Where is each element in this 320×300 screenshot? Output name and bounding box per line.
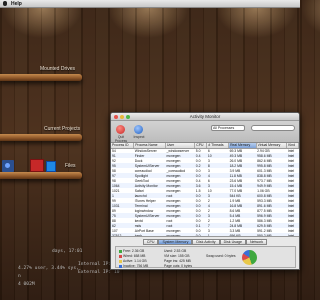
shelf-label-mounted-drives: Mounted Drives [40,66,76,72]
mem-vm-row: VM size: 155 GB [164,254,189,258]
document-red-icon[interactable] [30,159,44,172]
process-table-body: 54 WindowServer _windowserver 5.0 6 69.3 MB 2.… [111,148,299,236]
system-memory-panel: Free: 2.36 GB Wired: 658 MB Active: 1.14… [115,246,296,268]
used-value: 2.53 GB [173,249,187,253]
menu-bar: Help [0,0,300,8]
tab-cpu[interactable]: CPU [142,239,159,245]
vm-value: 155 GB [177,254,190,258]
swap-value: 0 bytes [224,254,236,258]
document-blue-icon[interactable] [46,161,56,172]
table-cell: bash [133,233,166,236]
tab-system-memory[interactable]: System Memory [158,239,193,245]
mem-swap-row: Swap used: 0 bytes [206,254,236,258]
drive-icon[interactable] [5,163,10,168]
process-table: Process ID Process Name User CPU # Threa… [111,143,299,236]
mem-used-row: Used: 2.53 GB [164,249,186,253]
active-value: 1.14 GB [134,259,147,263]
swap-label: Swap used: [206,254,224,258]
table-cell: mcnegen [165,233,195,236]
toolbar: Quit Process Inspect All Processes [111,121,299,143]
menu-item-help[interactable]: Help [11,1,22,7]
inspect-label: Inspect [133,135,145,139]
search-input[interactable] [251,125,295,131]
table-cell: 37512 [111,233,134,236]
uptime-text: days, 17:01 [52,249,83,254]
shelf-current-projects [0,134,82,141]
pagein-value: 425 MB [179,259,191,263]
table-cell: 656 KB [228,233,257,236]
active-swatch-icon [119,259,122,263]
process-filter-select[interactable]: All Processes [211,125,245,131]
window-titlebar[interactable]: Activity Monitor [111,113,299,121]
table-row[interactable]: 37512 bash mcnegen 0.0 1 656 KB 590.2 MB Intel [111,233,299,236]
process-table-container[interactable]: Process ID Process Name User CPU # Threa… [111,143,299,237]
mem-pageout-row: Page outs: 0 bytes [164,264,192,268]
table-cell: 0.0 [194,233,207,236]
table-cell: 590.2 MB [256,233,287,236]
shelf-label-current-projects: Current Projects [44,126,81,132]
window-title: Activity Monitor [189,114,221,119]
shelf-label-files: Files [65,163,76,169]
inactive-swatch-icon [119,264,122,268]
memory-pie-chart [242,250,257,265]
monitor-tabs: CPU System Memory Disk Activity Disk Usa… [111,239,299,246]
table-cell: Intel [286,233,299,236]
wired-label: Wired: [123,254,133,258]
mem-active-row: Active: 1.14 GB [119,259,147,263]
mem-pagein-row: Page ins: 425 MB [164,259,191,263]
inactive-value: 756 MB [136,264,149,268]
cpu-usage-text: 4.27% user, 3.44% sys, [18,266,79,271]
memory-text: 4 002M [18,282,35,287]
tab-network[interactable]: Network [245,239,268,245]
table-cell: 1 [206,233,229,236]
external-ip-text: External IP: 10 [78,270,120,275]
apple-menu-icon[interactable] [3,1,7,6]
free-value: 2.36 GB [131,249,145,253]
inspect-icon[interactable] [134,125,143,134]
used-label: Used: [164,249,173,253]
shelf-files [0,172,82,179]
quit-process-label: Quit Process [114,135,128,143]
inactive-label: Inactive: [123,264,136,268]
mem-inactive-row: Inactive: 756 MB [119,264,148,268]
shelf-mounted-drives [0,74,82,81]
activity-monitor-window: Activity Monitor Quit Process Inspect Al… [110,112,300,270]
pageout-value: 0 bytes [181,264,193,268]
free-swatch-icon [119,249,122,253]
quit-process-icon[interactable] [116,125,125,134]
pageout-label: Page outs: [164,264,181,268]
vm-label: VM size: [164,254,177,258]
free-label: Free: [123,249,131,253]
wired-swatch-icon [119,254,122,258]
active-label: Active: [123,259,134,263]
tab-disk-usage[interactable]: Disk Usage [219,239,246,245]
mem-wired-row: Wired: 658 MB [119,254,145,258]
mem-free-row: Free: 2.36 GB [119,249,144,253]
pagein-label: Page ins: [164,259,179,263]
tab-disk-activity[interactable]: Disk Activity [192,239,220,245]
wired-value: 658 MB [133,254,146,258]
info-text-line: n [18,274,21,279]
